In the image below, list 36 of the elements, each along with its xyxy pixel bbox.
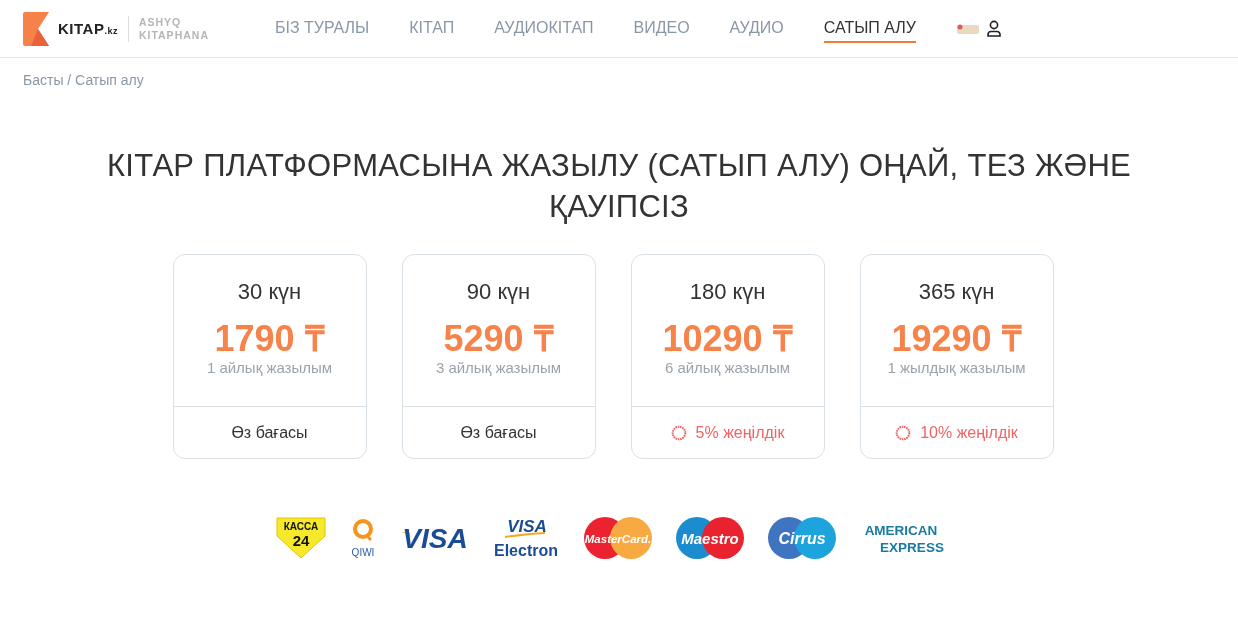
- plan-duration: 30 күн: [237, 279, 302, 305]
- plan-price: 10290 ₸: [662, 320, 793, 358]
- logo-brand: KITAP.kz: [58, 20, 118, 37]
- kassa24-logo: КАССА 24: [275, 516, 327, 560]
- user-icon[interactable]: [986, 20, 1002, 37]
- plan-note: Өз бағасы: [460, 423, 537, 442]
- qiwi-logo: QIWI: [349, 516, 377, 560]
- badge-icon: [895, 424, 912, 441]
- logo-icon: [23, 11, 50, 46]
- plan-subtitle: 1 айлық жазылым: [206, 359, 333, 376]
- plan-subtitle: 1 жылдық жазылым: [887, 359, 1026, 376]
- page-title: КІТАР ПЛАТФОРМАСЫНА ЖАЗЫЛУ (САТЫП АЛУ) ОҢАЙ, ТЕЗ ЖӘНЕ ҚАУІПСІЗ: [105, 146, 1133, 226]
- plan-subtitle: 6 айлық жазылым: [664, 359, 791, 376]
- visa-electron-logo: VISA Electron: [491, 516, 561, 560]
- logo-tagline: KITAPHANA: [138, 28, 209, 42]
- nav-link[interactable]: САТЫП АЛУ: [823, 14, 916, 43]
- cirrus-logo: Cirrus: [767, 516, 837, 560]
- breadcrumb: Басты / Сатып алу: [22, 71, 145, 90]
- visa-logo: VISA: [399, 516, 469, 560]
- plan-card[interactable]: 365 күн 19290 ₸ 1 жылдық жазылым 10% жеңілдік: [859, 254, 1054, 459]
- plan-subtitle: 3 айлық жазылым: [435, 359, 562, 376]
- plan-price: 1790 ₸: [214, 320, 325, 358]
- plan-price: 5290 ₸: [443, 320, 554, 358]
- plan-card[interactable]: 30 күн 1790 ₸ 1 айлық жазылым Өз бағасы: [172, 254, 367, 459]
- plan-note: 10% жеңілдік: [920, 423, 1018, 442]
- plan-note: 5% жеңілдік: [695, 423, 785, 442]
- plan-duration: 90 күн: [466, 279, 531, 305]
- plan-duration: 180 күн: [689, 279, 766, 305]
- logo-tagline: ASHYQ: [138, 15, 183, 29]
- american-express-logo: AMERICAN EXPRESS: [859, 516, 951, 560]
- plan-duration: 365 күн: [918, 279, 995, 305]
- plan-price: 19290 ₸: [891, 320, 1022, 358]
- badge-icon: [670, 424, 687, 441]
- plan-card[interactable]: 90 күн 5290 ₸ 3 айлық жазылым Өз бағасы: [401, 254, 596, 459]
- plan-card[interactable]: 180 күн 10290 ₸ 6 айлық жазылым 5% жеңілдік: [630, 254, 825, 459]
- plan-note: Өз бағасы: [231, 423, 308, 442]
